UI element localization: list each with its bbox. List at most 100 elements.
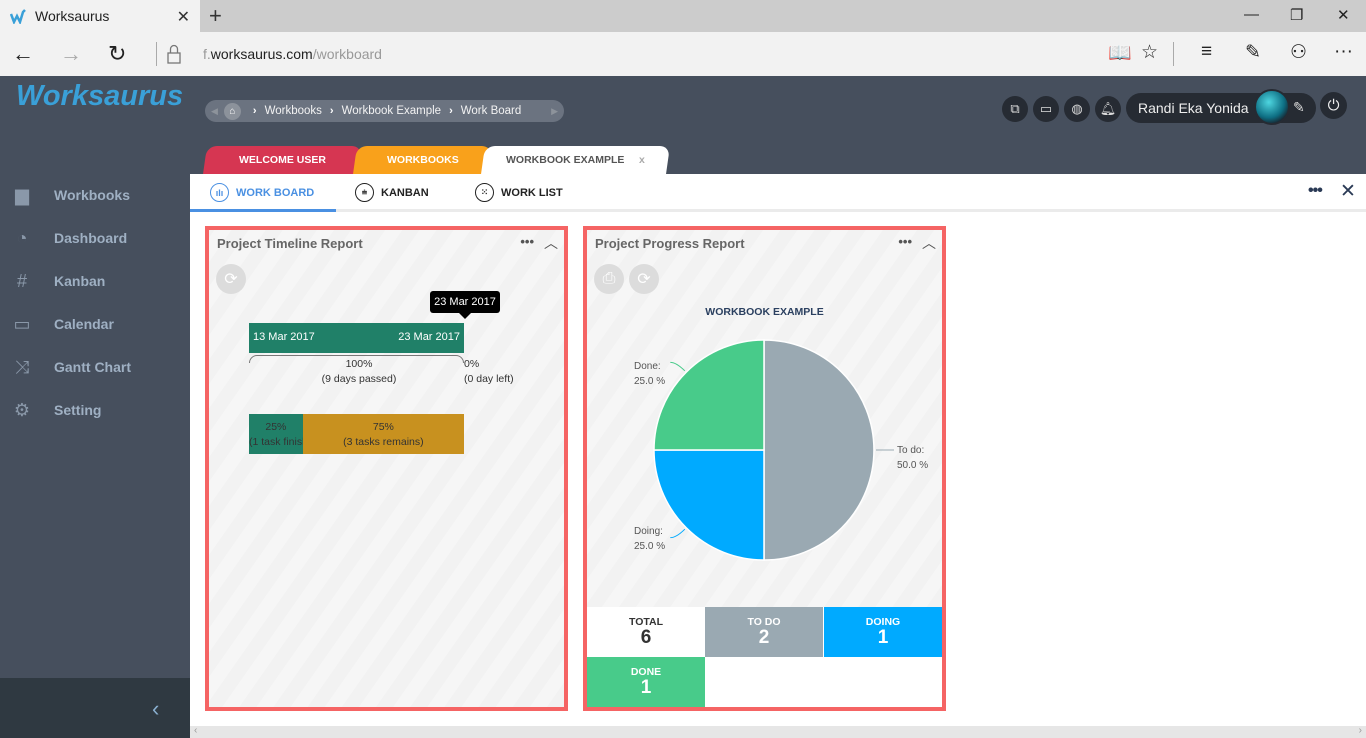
refresh-button[interactable]: ⟳: [629, 264, 659, 294]
main-content: ılı WORK BOARD ⩧ KANBAN ⁙ WORK LIST ••• ✕ P…: [190, 174, 1366, 738]
pie-connector-done: [670, 361, 686, 372]
more-options-icon[interactable]: •••: [898, 234, 912, 249]
share-icon[interactable]: ⚇: [1290, 41, 1307, 64]
passed-text: (9 days passed): [321, 373, 397, 385]
sidebar-item-workbooks[interactable]: ▆ Workbooks: [0, 175, 190, 215]
logo[interactable]: Worksaurus: [16, 80, 183, 113]
tab-welcome-user[interactable]: WELCOME USER: [203, 146, 362, 174]
tab-label: WORK BOARD: [236, 186, 315, 199]
video-icon[interactable]: ▭: [1033, 96, 1059, 122]
sidebar-item-kanban[interactable]: # Kanban: [0, 261, 190, 301]
hub-icon[interactable]: ≡: [1201, 41, 1212, 63]
bell-icon[interactable]: 🔔︎: [1095, 96, 1121, 122]
project-progress-panel: Project Progress Report ••• ︿ ⎙ ⟳ WORKBO…: [583, 226, 946, 711]
chart-title: WORKBOOK EXAMPLE: [705, 306, 824, 318]
back-icon[interactable]: ←: [12, 41, 34, 67]
chevron-right-icon: ›: [252, 105, 257, 117]
url-field[interactable]: f.worksaurus.com/workboard: [203, 46, 382, 62]
chevron-up-icon[interactable]: ︿: [922, 233, 936, 253]
sidebar-item-calendar[interactable]: ▭ Calendar: [0, 304, 190, 344]
stat-total: TOTAL 6: [587, 607, 705, 657]
breadcrumb-item[interactable]: Work Board: [461, 105, 522, 117]
url-domain: worksaurus.com: [210, 46, 313, 62]
tab-label: WORKBOOK EXAMPLE: [506, 154, 625, 166]
home-icon[interactable]: ⌂: [223, 102, 241, 120]
url-prefix: f.: [203, 46, 211, 62]
finished-percent: 25%: [265, 421, 287, 433]
timeline-bar: 13 Mar 2017 23 Mar 2017: [249, 323, 464, 353]
collapse-sidebar-icon[interactable]: ‹: [152, 696, 159, 722]
refresh-icon[interactable]: ↻: [108, 41, 126, 67]
minimize-icon[interactable]: —: [1244, 6, 1259, 23]
power-icon[interactable]: ⏻: [1320, 92, 1347, 119]
subtab-bar: ılı WORK BOARD ⩧ KANBAN ⁙ WORK LIST ••• ✕: [190, 174, 1366, 212]
new-tab-button[interactable]: +: [209, 3, 222, 29]
scroll-left-icon[interactable]: ‹: [194, 725, 197, 736]
stat-value: 1: [640, 677, 652, 698]
tab-workbook-example[interactable]: WORKBOOK EXAMPLE x: [481, 146, 670, 174]
close-icon[interactable]: ✕: [1340, 180, 1356, 203]
label-name: Doing: [634, 526, 661, 537]
left-text: (0 day left): [464, 373, 514, 385]
end-date: 23 Mar 2017: [398, 331, 460, 343]
sidebar-item-setting[interactable]: ⚙ Setting: [0, 390, 190, 430]
breadcrumb-item[interactable]: Workbooks: [265, 105, 322, 117]
sidebar-item-dashboard[interactable]: ◔ Dashboard: [0, 218, 190, 258]
sidebar: ▆ Workbooks ◔ Dashboard # Kanban ▭ Calendar …: [0, 174, 190, 678]
horizontal-scrollbar[interactable]: ‹ ›: [190, 725, 1366, 738]
breadcrumb: ◀ ⌂ › Workbooks › Workbook Example › Wor…: [205, 100, 564, 122]
breadcrumb-next-icon[interactable]: ▶: [551, 106, 558, 117]
chevron-right-icon: ›: [449, 105, 453, 117]
tab-work-list[interactable]: ⁙ WORK LIST: [475, 183, 563, 202]
label-value: 25.0 %: [634, 541, 666, 552]
tab-workbooks[interactable]: WORKBOOKS: [353, 146, 492, 174]
sidebar-item-gantt-chart[interactable]: ⤨ Gantt Chart: [0, 347, 190, 387]
project-timeline-panel: Project Timeline Report ••• ︿ ⟳ 23 Mar 2…: [205, 226, 568, 711]
pie-slice-to-do[interactable]: [763, 339, 875, 561]
avatar[interactable]: [1254, 89, 1290, 125]
close-window-icon[interactable]: ✕: [1337, 6, 1350, 24]
more-options-icon[interactable]: •••: [1308, 182, 1323, 200]
hash-icon: #: [16, 270, 27, 291]
tab-label: WORK LIST: [501, 186, 563, 199]
tab-kanban[interactable]: ⩧ KANBAN: [355, 183, 429, 202]
gear-icon: ⚙: [13, 399, 31, 420]
tab-work-board[interactable]: ılı WORK BOARD: [210, 183, 314, 202]
globe-icon[interactable]: ◍: [1064, 96, 1090, 122]
pie-label-todo: To do: 50.0 %: [897, 445, 929, 471]
breadcrumb-item[interactable]: Workbook Example: [342, 105, 442, 117]
stat-done: DONE 1: [587, 657, 705, 707]
web-note-icon[interactable]: ✎: [1245, 41, 1261, 64]
browser-tab-title: Worksaurus: [35, 8, 110, 24]
more-options-icon[interactable]: •••: [520, 234, 534, 249]
edit-profile-icon[interactable]: ✎: [1293, 99, 1305, 116]
scroll-right-icon[interactable]: ›: [1359, 725, 1362, 736]
divider: [1173, 42, 1174, 66]
stats-grid: TOTAL 6 TO DO 2 DOING 1 DONE 1: [587, 607, 942, 707]
favorite-star-icon[interactable]: ☆: [1141, 41, 1158, 64]
calendar-icon: ▭: [13, 313, 31, 334]
remains-text: (3 tasks remains): [343, 436, 424, 448]
label-value: 25.0 %: [634, 376, 666, 387]
breadcrumb-prev-icon[interactable]: ◀: [211, 106, 218, 117]
chevron-up-icon[interactable]: ︿: [544, 233, 558, 253]
sidebar-item-label: Gantt Chart: [54, 359, 131, 375]
chat-icon[interactable]: ⧉: [1002, 96, 1028, 122]
reading-view-icon[interactable]: 📖: [1108, 41, 1132, 65]
pie-slice-done[interactable]: [653, 339, 765, 451]
forward-icon[interactable]: →: [60, 41, 82, 67]
browser-tab[interactable]: Worksaurus ✕: [0, 0, 200, 32]
close-tab-icon[interactable]: x: [639, 154, 645, 166]
restore-icon[interactable]: ❐: [1290, 6, 1303, 24]
close-tab-icon[interactable]: ✕: [177, 7, 190, 27]
print-button[interactable]: ⎙: [594, 264, 624, 294]
task-progress-bar: 25% (1 task finished) 75% (3 tasks remains…: [249, 414, 464, 454]
pie-slice-doing[interactable]: [653, 449, 765, 561]
pie-label-doing: Doing: 25.0 %: [634, 526, 666, 552]
sidebar-item-label: Kanban: [54, 273, 106, 289]
date-tooltip: 23 Mar 2017: [430, 291, 500, 319]
refresh-button[interactable]: ⟳: [216, 264, 246, 294]
more-icon[interactable]: ···: [1334, 41, 1353, 63]
panel-title: Project Progress Report: [595, 236, 745, 251]
url-path: /workboard: [312, 46, 382, 62]
